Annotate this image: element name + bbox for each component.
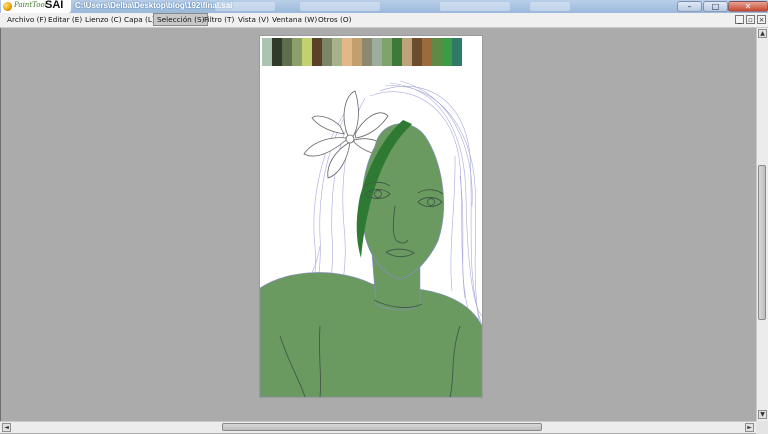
menu-lienzo[interactable]: Lienzo (C) xyxy=(82,14,125,25)
background-tab xyxy=(300,2,380,11)
document-restore-button[interactable]: ▫ xyxy=(746,15,755,24)
scroll-right-arrow-icon[interactable]: ► xyxy=(745,423,754,432)
app-logo: PaintTool SAI xyxy=(1,0,71,13)
document-close-button[interactable]: × xyxy=(757,15,766,24)
scroll-up-arrow-icon[interactable]: ▲ xyxy=(758,29,767,38)
background-tab xyxy=(215,2,275,11)
menu-ventana[interactable]: Ventana (W) xyxy=(269,14,320,25)
menu-vista[interactable]: Vista (V) xyxy=(235,14,272,25)
vertical-scroll-thumb[interactable] xyxy=(758,165,766,320)
drawing-canvas[interactable] xyxy=(260,36,482,397)
document-minimize-button[interactable]: _ xyxy=(735,15,744,24)
horizontal-scroll-thumb[interactable] xyxy=(222,423,542,431)
window-minimize-button[interactable]: – xyxy=(677,1,702,12)
scrollbar-corner xyxy=(756,421,768,434)
paint-ball-icon xyxy=(3,2,12,11)
background-tab xyxy=(530,2,570,11)
vertical-scrollbar[interactable]: ▲ ▼ xyxy=(756,28,768,421)
artwork xyxy=(260,80,482,397)
title-bar: PaintTool SAI C:\Users\Delba\Desktop\blo… xyxy=(0,0,768,13)
menu-filtro[interactable]: Filtro (T) xyxy=(201,14,237,25)
workspace-border xyxy=(0,28,1,422)
menu-bar: Archivo (F) Editar (E) Lienzo (C) Capa (… xyxy=(0,13,768,28)
scroll-down-arrow-icon[interactable]: ▼ xyxy=(758,410,767,419)
body-shape xyxy=(260,272,482,397)
logo-sai: SAI xyxy=(45,0,64,11)
background-tab xyxy=(440,2,510,11)
horizontal-scrollbar[interactable]: ◄ ► xyxy=(0,421,756,433)
logo-text: PaintTool xyxy=(14,1,47,9)
menu-archivo[interactable]: Archivo (F) xyxy=(4,14,50,25)
window-maximize-button[interactable]: □ xyxy=(703,1,728,12)
scroll-left-arrow-icon[interactable]: ◄ xyxy=(2,423,11,432)
document-path: C:\Users\Delba\Desktop\blog\192\final.sa… xyxy=(75,1,233,10)
window-close-button[interactable]: ✕ xyxy=(728,1,768,12)
menu-otros[interactable]: Otros (O) xyxy=(315,14,354,25)
menu-editar[interactable]: Editar (E) xyxy=(45,14,85,25)
